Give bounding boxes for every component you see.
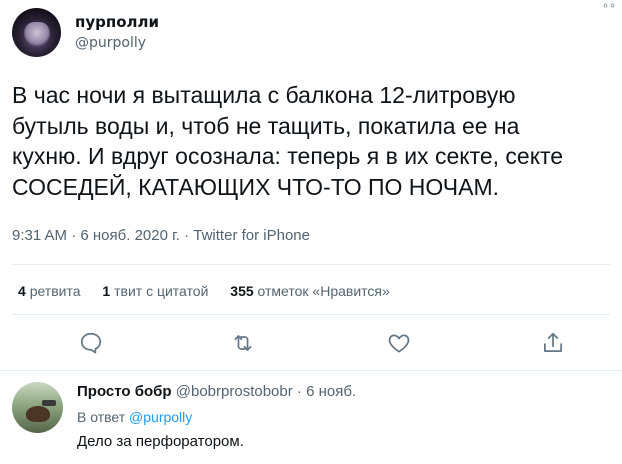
tweet-text-line: В час ночи я вытащила с балкона 12-литро…	[12, 82, 516, 108]
author-name[interactable]: пурполли	[75, 13, 159, 31]
reply-icon[interactable]	[78, 330, 104, 356]
quotes-label: твит с цитатой	[114, 283, 209, 299]
share-icon[interactable]	[540, 330, 566, 356]
likes-count: 355	[230, 283, 254, 299]
author-handle[interactable]: @purpolly	[75, 35, 146, 51]
like-icon[interactable]	[386, 330, 412, 356]
quotes-count: 1	[102, 283, 111, 299]
tweet-time[interactable]: 9:31 AM	[12, 227, 67, 244]
retweet-icon[interactable]	[230, 330, 256, 356]
tweet-text-line: кухню. И вдруг осознала: теперь я в их с…	[12, 143, 564, 169]
reply-avatar[interactable]	[12, 382, 63, 433]
retweets-stat[interactable]: 4 ретвита	[18, 283, 81, 299]
reply-author-handle[interactable]: @bobrprostobobr	[176, 383, 293, 400]
reply-to-line: В ответ @purpolly	[77, 409, 192, 425]
tweet-meta: 9:31 AM · 6 нояб. 2020 г. · Twitter for …	[12, 227, 310, 244]
reply-header: Просто бобр @bobrprostobobr · 6 нояб.	[77, 383, 356, 400]
reply-to-link[interactable]: @purpolly	[129, 409, 192, 425]
reply-separator: ·	[296, 383, 302, 400]
more-dots-icon[interactable]: ˚˚	[602, 4, 616, 20]
reply-date[interactable]: 6 нояб.	[306, 383, 356, 400]
tweet-text: В час ночи я вытащила с балкона 12-литро…	[12, 80, 612, 202]
tweet-date[interactable]: 6 нояб. 2020 г.	[80, 227, 180, 244]
reply-prefix: В ответ	[77, 409, 126, 425]
likes-stat[interactable]: 355 отметок «Нравится»	[230, 283, 390, 299]
retweets-count: 4	[18, 283, 26, 299]
reply-tweet[interactable]: Просто бобр @bobrprostobobr · 6 нояб. В …	[0, 372, 622, 464]
quotes-stat[interactable]: 1 твит с цитатой	[102, 283, 208, 299]
action-bar	[0, 330, 622, 356]
divider	[12, 264, 610, 265]
tweet-text-line: бутыль воды и, чтоб не тащить, покатила …	[12, 112, 520, 139]
reply-text: Дело за перфоратором.	[77, 433, 244, 450]
likes-label: отметок «Нравится»	[257, 283, 390, 299]
tweet-source[interactable]: Twitter for iPhone	[193, 227, 310, 244]
meta-separator: ·	[184, 227, 190, 244]
divider	[0, 370, 622, 371]
tweet-stats: 4 ретвита 1 твит с цитатой 355 отметок «…	[18, 283, 408, 299]
retweets-label: ретвита	[29, 283, 81, 299]
divider	[12, 314, 610, 315]
author-avatar[interactable]	[12, 8, 61, 57]
reply-author-name[interactable]: Просто бобр	[77, 383, 172, 400]
tweet-text-line: СОСЕДЕЙ, КАТАЮЩИХ ЧТО-ТО ПО НОЧАМ.	[12, 173, 500, 200]
meta-separator: ·	[71, 227, 77, 244]
